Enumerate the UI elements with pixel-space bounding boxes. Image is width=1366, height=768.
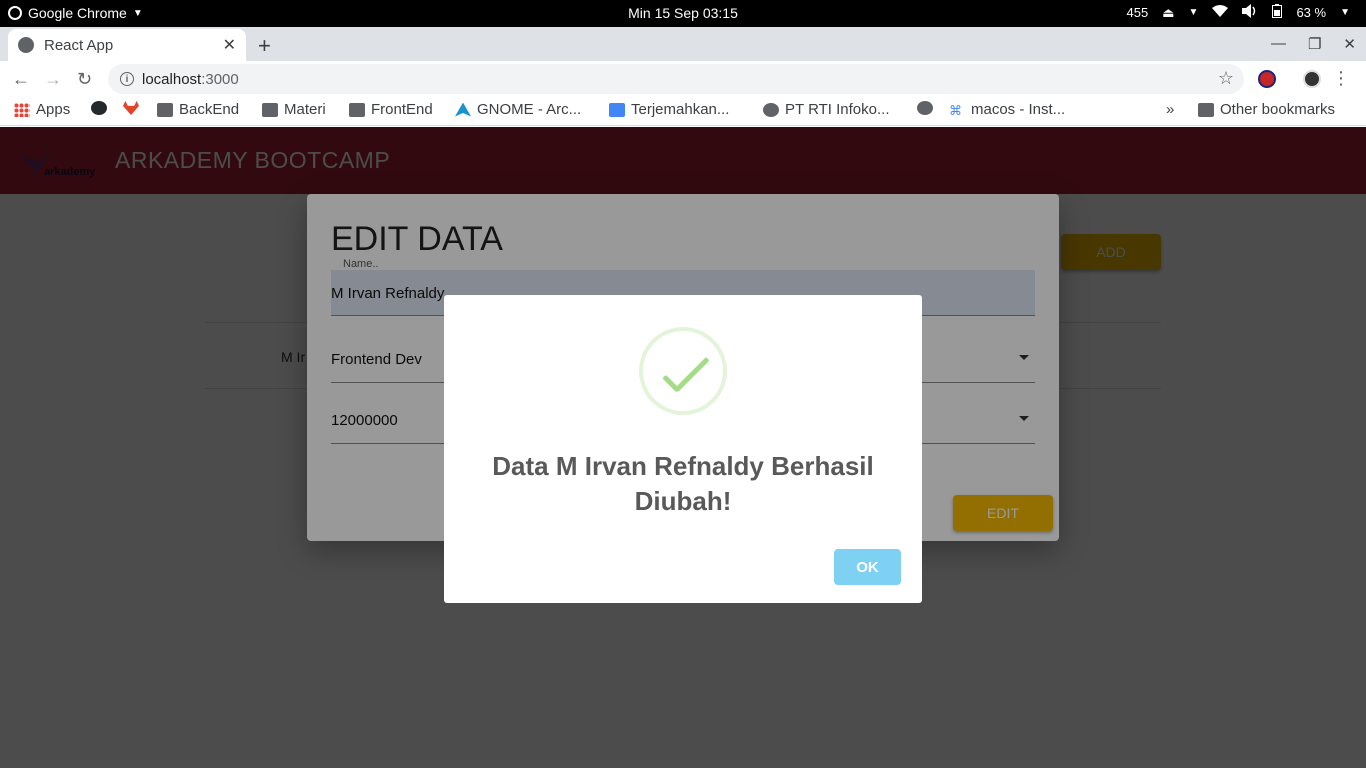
command-icon: ⌘ [949, 102, 962, 118]
bookmark-github[interactable] [91, 101, 107, 115]
battery-icon [1272, 4, 1283, 21]
minimize-icon[interactable]: — [1271, 35, 1286, 53]
tab-strip: React App ✕ + — ❐ ✕ [0, 27, 1366, 61]
battery-percentage: 63 % [1296, 5, 1327, 20]
gitlab-icon [123, 101, 139, 115]
bookmark-other[interactable]: Other bookmarks [1198, 101, 1335, 118]
browser-tab[interactable]: React App ✕ [8, 29, 246, 61]
github-icon [91, 101, 107, 115]
success-alert: Data M Irvan Refnaldy Berhasil Diubah! O… [444, 295, 922, 603]
system-top-bar: Google Chrome ▼ Min 15 Sep 03:15 455 ⏏ ▼… [0, 0, 1366, 27]
globe-icon [763, 102, 779, 117]
system-status-area[interactable]: 455 ⏏ ▼ 63 % ▼ [1127, 4, 1350, 21]
restore-icon[interactable]: ❐ [1308, 35, 1321, 53]
success-check-icon [639, 327, 727, 415]
profile-avatar[interactable] [1303, 70, 1321, 88]
tab-title: React App [44, 36, 114, 54]
bookmark-apps[interactable]: Apps [14, 101, 70, 118]
reload-icon[interactable]: ↻ [77, 69, 92, 90]
bookmark-label: macos - Inst... [971, 101, 1066, 118]
apps-grid-icon [14, 102, 30, 117]
indicator-value: 455 [1126, 5, 1149, 20]
url-host: localhost [142, 70, 202, 88]
eject-icon: ⏏ [1162, 4, 1175, 20]
translate-icon [609, 102, 625, 117]
bookmark-globe[interactable] [917, 101, 933, 115]
bookmark-label: Terjemahkan... [631, 101, 730, 118]
bookmark-label: Apps [36, 101, 71, 118]
wifi-icon [1212, 5, 1229, 20]
page-viewport: arkademy ARKADEMY BOOTCAMP ADD M Ir EDIT… [0, 127, 1366, 768]
bookmark-materi[interactable]: Materi [262, 101, 326, 118]
close-window-icon[interactable]: ✕ [1343, 35, 1356, 53]
chevron-down-icon: ▼ [1340, 7, 1350, 18]
bookmark-backend[interactable]: BackEnd [157, 101, 239, 118]
back-icon[interactable]: ← [12, 69, 30, 90]
bookmark-label: Other bookmarks [1220, 101, 1336, 118]
globe-icon [18, 37, 34, 53]
browser-toolbar: ← → ↻ i localhost :3000 ☆ ⋮ [0, 61, 1366, 97]
bookmark-label: BackEnd [179, 101, 240, 118]
bookmark-macos[interactable]: ⌘ macos - Inst... [949, 101, 1065, 118]
arch-icon [455, 102, 471, 117]
bookmarks-overflow[interactable]: » [1166, 101, 1174, 118]
info-icon[interactable]: i [120, 72, 134, 86]
alert-message: Data M Irvan Refnaldy Berhasil Diubah! [492, 451, 874, 516]
url-port: :3000 [201, 70, 239, 88]
chevron-down-icon: ▼ [1188, 7, 1199, 18]
forward-icon[interactable]: → [44, 69, 62, 90]
bookmark-label: PT RTI Infoko... [785, 101, 890, 118]
bookmark-gnome[interactable]: GNOME - Arc... [455, 101, 581, 118]
ok-button[interactable]: OK [834, 549, 901, 585]
bookmark-star-icon[interactable]: ☆ [1218, 68, 1234, 89]
bookmark-gitlab[interactable] [123, 101, 139, 115]
bookmark-label: Materi [284, 101, 326, 118]
folder-icon [157, 102, 173, 117]
new-tab-icon[interactable]: + [258, 33, 271, 59]
address-bar[interactable]: i localhost :3000 ☆ [108, 64, 1244, 94]
overflow-chevron-icon: » [1166, 101, 1175, 118]
close-tab-icon[interactable]: ✕ [223, 35, 236, 55]
window-controls: — ❐ ✕ [1271, 35, 1356, 53]
bookmark-label: GNOME - Arc... [477, 101, 582, 118]
bookmark-label: FrontEnd [371, 101, 433, 118]
folder-icon [349, 102, 365, 117]
globe-icon [917, 101, 933, 115]
bookmark-frontend[interactable]: FrontEnd [349, 101, 433, 118]
menu-kebab-icon[interactable]: ⋮ [1332, 68, 1350, 89]
bookmark-terjemahkan[interactable]: Terjemahkan... [609, 101, 729, 118]
extension-icon[interactable] [1258, 70, 1276, 88]
bookmark-pt-rti[interactable]: PT RTI Infoko... [763, 101, 890, 118]
bookmarks-bar: Apps BackEnd Materi FrontEnd GNOME - Arc… [0, 97, 1366, 126]
folder-icon [1198, 102, 1214, 117]
folder-icon [262, 102, 278, 117]
volume-icon [1242, 4, 1258, 21]
